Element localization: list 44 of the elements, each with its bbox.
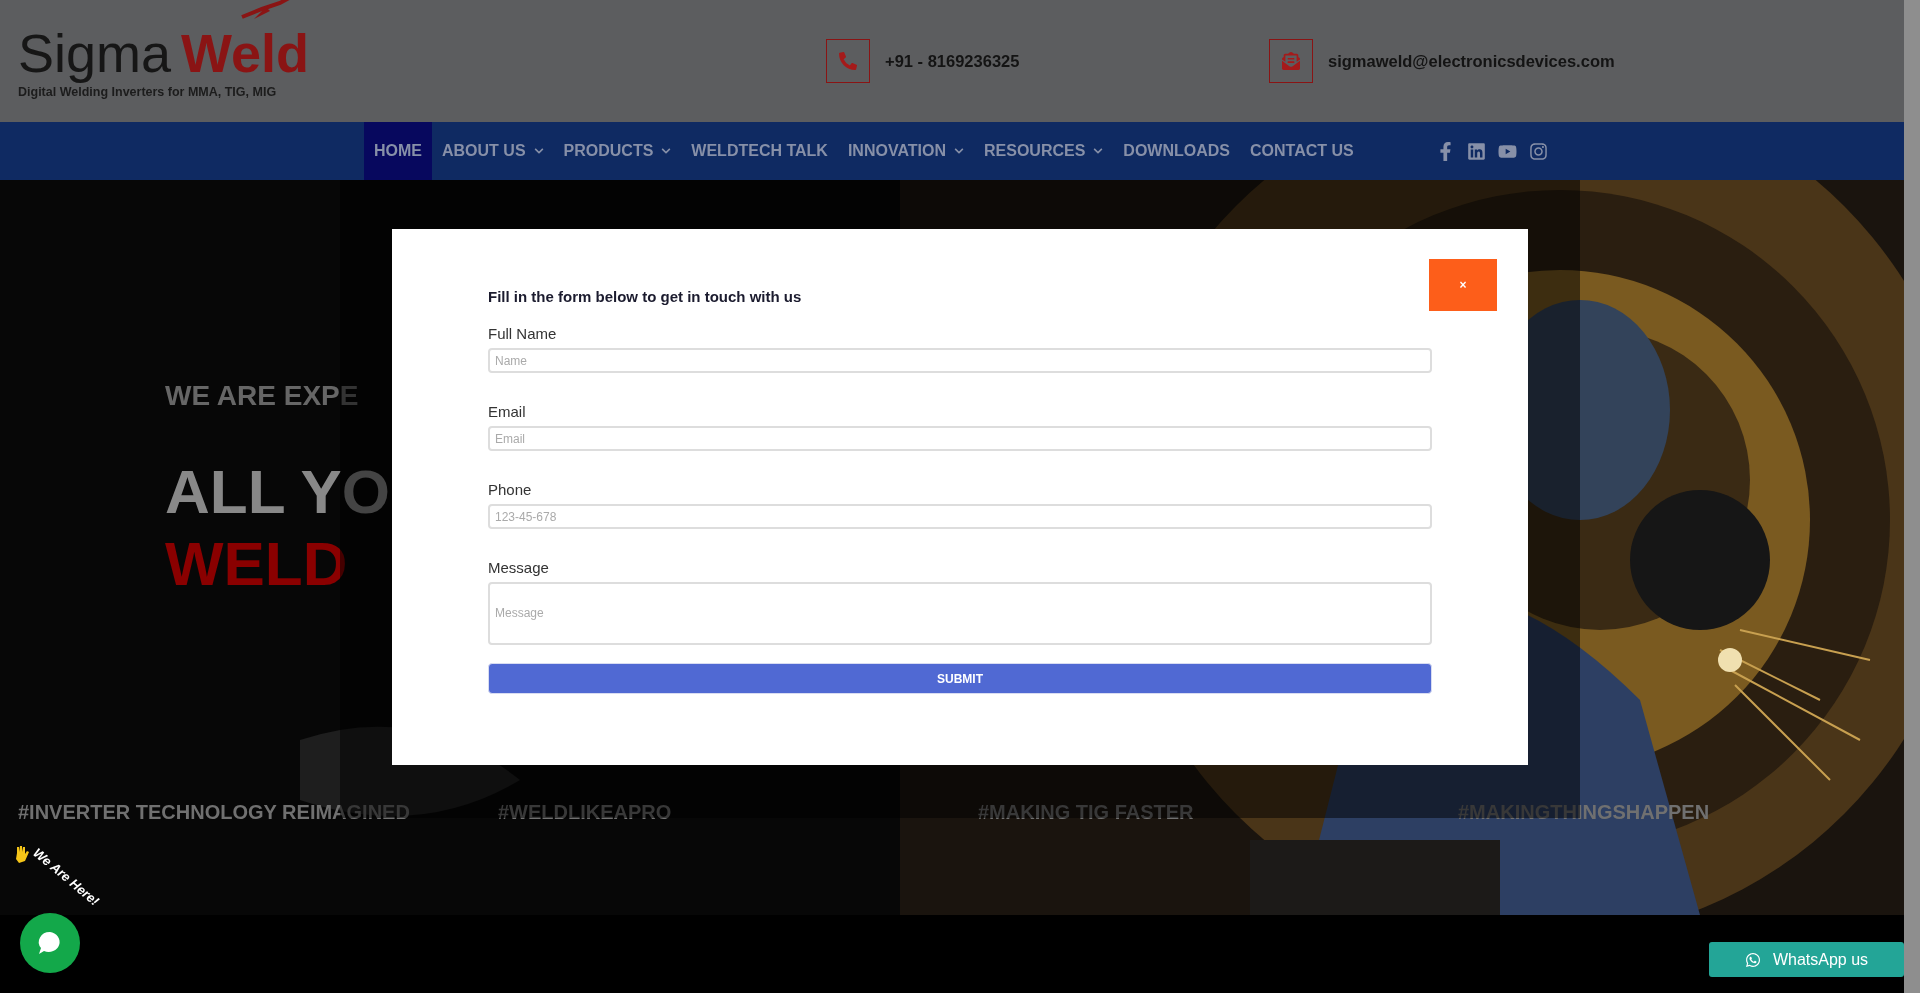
email-address: sigmaweld@electronicsdevices.com [1328,51,1615,71]
linkedin-icon[interactable] [1467,141,1486,161]
logo-word: Sigma [18,23,172,83]
nav-link[interactable]: INNOVATION [837,122,974,180]
instagram-icon[interactable] [1529,141,1548,161]
hero-tagline: WE ARE EXPE [165,380,359,412]
hashtag: #INVERTER TECHNOLOGY REIMAGINED [18,801,410,823]
submit-button[interactable]: SUBMIT [488,663,1432,694]
hand-icon [14,845,30,865]
close-button[interactable]: × [1429,259,1497,311]
logo-word: Weld [181,23,310,83]
whatsapp-button[interactable]: WhatsApp us [1709,942,1904,977]
field-label: Message [488,559,550,576]
hero-headline: ALL YO [165,456,391,528]
message-field[interactable]: Message [488,582,1432,645]
whatsapp-icon [1744,951,1761,968]
chevron-down-icon [533,146,544,156]
nav-link[interactable]: RESOURCES [974,122,1114,180]
field-label: Email [488,403,527,420]
logo-tagline: Digital Welding Inverters for MMA, TIG, MIG [18,85,278,99]
chevron-down-icon [954,146,964,156]
chevron-down-icon [661,146,672,156]
nav-link[interactable]: WELDTECH TALK [681,122,838,180]
chat-button[interactable] [20,913,80,973]
field-label: Full Name [488,325,558,342]
hashtag: #MAKINGTHINGSHAPPEN [1458,801,1710,823]
input-field[interactable]: Email [488,426,1432,451]
input-field[interactable]: Name [488,348,1432,373]
envelope-icon [1269,39,1313,83]
nav-link[interactable]: HOME [364,122,432,180]
hero-headline: WELD [165,528,348,600]
phone-icon [826,39,870,83]
nav-link[interactable]: DOWNLOADS [1113,122,1240,180]
field-label: Phone [488,481,533,498]
input-field[interactable]: 123-45-678 [488,504,1432,529]
nav-link[interactable]: PRODUCTS [553,122,682,180]
scrollbar[interactable] [1904,0,1920,993]
hashtag: #MAKING TIG FASTER [978,801,1194,823]
chevron-down-icon [1093,146,1104,156]
phone-number: +91 - 8169236325 [885,51,1020,71]
form-heading: Fill in the form below to get in touch with us [488,288,803,305]
hashtag: #WELDLIKEAPRO [498,801,672,823]
nav-link[interactable]: CONTACT US [1240,122,1364,180]
nav-link[interactable]: ABOUT US [432,122,554,180]
